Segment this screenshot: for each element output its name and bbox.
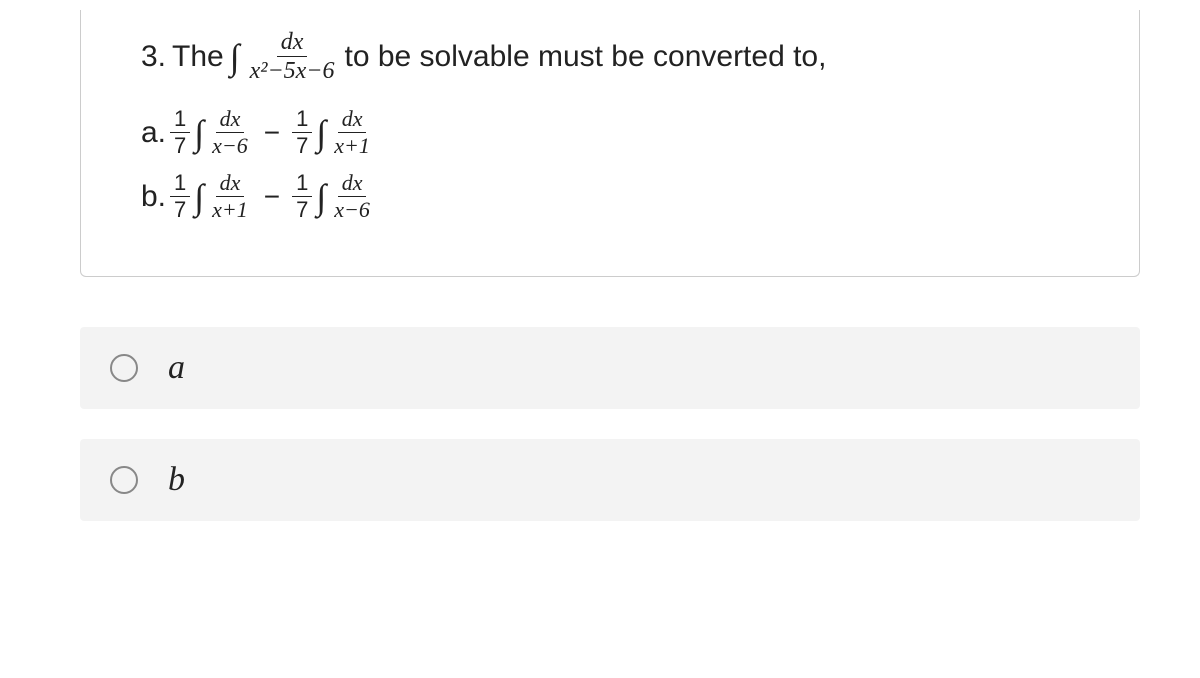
answer-option-a[interactable]: a <box>80 327 1140 409</box>
frac-a1-num: dx <box>216 108 245 133</box>
answer-option-b[interactable]: b <box>80 439 1140 521</box>
question-prefix: The <box>172 40 224 74</box>
coef-a1-num: 1 <box>170 108 190 133</box>
frac-b1-den: x+1 <box>208 197 252 221</box>
frac-a2-num: dx <box>338 108 367 133</box>
option-b-label: b. <box>141 180 166 214</box>
coef-a1: 1 7 <box>170 108 190 157</box>
int-a1: ∫ <box>194 112 204 154</box>
int-b1: ∫ <box>194 176 204 218</box>
frac-a2: dx x+1 <box>330 108 374 157</box>
coef-b2: 1 7 <box>292 172 312 221</box>
int-a2: ∫ <box>316 112 326 154</box>
frac-b2: dx x−6 <box>330 172 374 221</box>
coef-a2-num: 1 <box>292 108 312 133</box>
main-fraction: dx x²−5x−6 <box>246 30 339 83</box>
frac-a1: dx x−6 <box>208 108 252 157</box>
option-a-line: a. 1 7 ∫ dx x−6 − 1 7 ∫ dx x+1 <box>141 108 1099 157</box>
frac-a2-den: x+1 <box>330 133 374 157</box>
coef-a2: 1 7 <box>292 108 312 157</box>
frac-b2-den: x−6 <box>330 197 374 221</box>
frac-b2-num: dx <box>338 172 367 197</box>
question-line: 3. The ∫ dx x²−5x−6 to be solvable must … <box>141 30 1099 83</box>
coef-a2-den: 7 <box>292 133 312 157</box>
main-frac-den: x²−5x−6 <box>246 57 339 83</box>
frac-b1-num: dx <box>216 172 245 197</box>
coef-b1-den: 7 <box>170 197 190 221</box>
minus-b: − <box>264 181 280 213</box>
answer-label-b: b <box>168 461 185 499</box>
minus-a: − <box>264 117 280 149</box>
question-suffix: to be solvable must be converted to, <box>345 40 827 74</box>
coef-b2-den: 7 <box>292 197 312 221</box>
main-frac-num: dx <box>277 30 308 57</box>
question-number: 3. <box>141 40 166 74</box>
option-a-label: a. <box>141 116 166 150</box>
radio-a[interactable] <box>110 354 138 382</box>
option-b-line: b. 1 7 ∫ dx x+1 − 1 7 ∫ dx x−6 <box>141 172 1099 221</box>
frac-b1: dx x+1 <box>208 172 252 221</box>
coef-b2-num: 1 <box>292 172 312 197</box>
frac-a1-den: x−6 <box>208 133 252 157</box>
answer-label-a: a <box>168 349 185 387</box>
radio-b[interactable] <box>110 466 138 494</box>
question-box: 3. The ∫ dx x²−5x−6 to be solvable must … <box>80 10 1140 277</box>
integral-symbol: ∫ <box>230 36 240 78</box>
coef-b1: 1 7 <box>170 172 190 221</box>
int-b2: ∫ <box>316 176 326 218</box>
coef-b1-num: 1 <box>170 172 190 197</box>
coef-a1-den: 7 <box>170 133 190 157</box>
